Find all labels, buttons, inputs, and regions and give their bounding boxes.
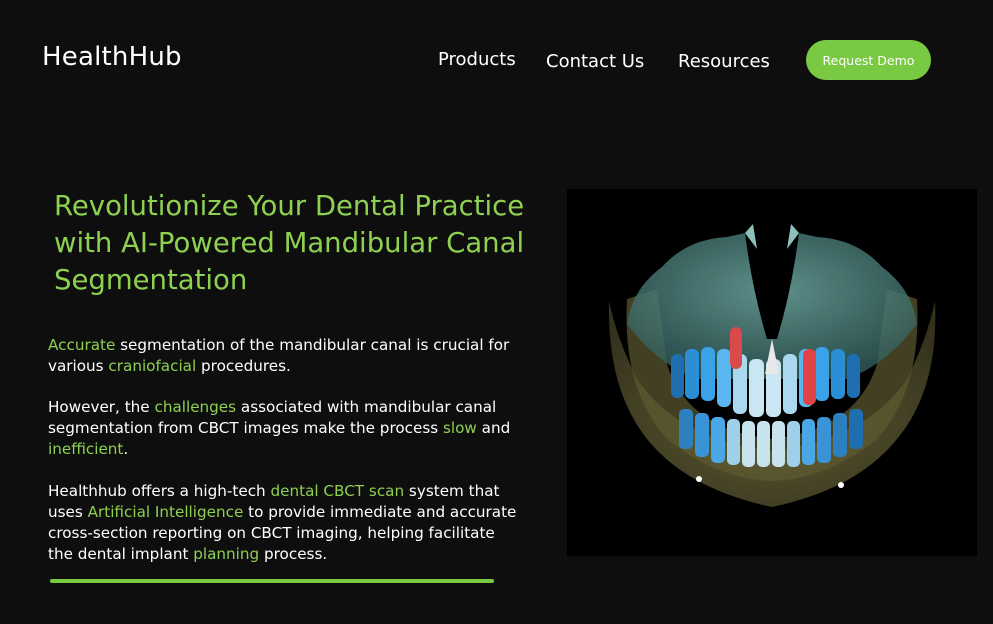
highlighted-text: Accurate bbox=[48, 336, 116, 354]
hero-paragraph-3: Healthhub offers a high-tech dental CBCT… bbox=[48, 481, 518, 565]
highlighted-text: Artificial Intelligence bbox=[87, 503, 244, 521]
accent-divider bbox=[50, 579, 494, 583]
dental-scan-image bbox=[567, 189, 977, 556]
body-text: . bbox=[123, 440, 129, 458]
highlighted-text: dental CBCT scan bbox=[270, 482, 405, 500]
request-demo-button[interactable]: Request Demo bbox=[806, 40, 931, 80]
dental-scan-illustration bbox=[608, 224, 936, 507]
body-text: process. bbox=[259, 545, 328, 563]
highlighted-text: inefficient bbox=[48, 440, 124, 458]
body-text: and bbox=[476, 419, 511, 437]
body-text: However, the bbox=[48, 398, 155, 416]
highlighted-text: slow bbox=[443, 419, 477, 437]
body-text: procedures. bbox=[196, 357, 291, 375]
nav-contact-us[interactable]: Contact Us bbox=[546, 51, 644, 72]
nav-products[interactable]: Products bbox=[438, 49, 516, 70]
logo[interactable]: HealthHub bbox=[42, 42, 182, 72]
highlighted-text: craniofacial bbox=[108, 357, 197, 375]
highlighted-text: challenges bbox=[154, 398, 237, 416]
hero-paragraph-1: Accurate segmentation of the mandibular … bbox=[48, 335, 518, 377]
highlighted-text: planning bbox=[193, 545, 260, 563]
hero-paragraph-2: However, the challenges associated with … bbox=[48, 397, 518, 460]
body-text: Healthhub offers a high-tech bbox=[48, 482, 271, 500]
hero-headline: Revolutionize Your Dental Practice with … bbox=[54, 190, 525, 296]
nav-resources[interactable]: Resources bbox=[678, 51, 770, 72]
